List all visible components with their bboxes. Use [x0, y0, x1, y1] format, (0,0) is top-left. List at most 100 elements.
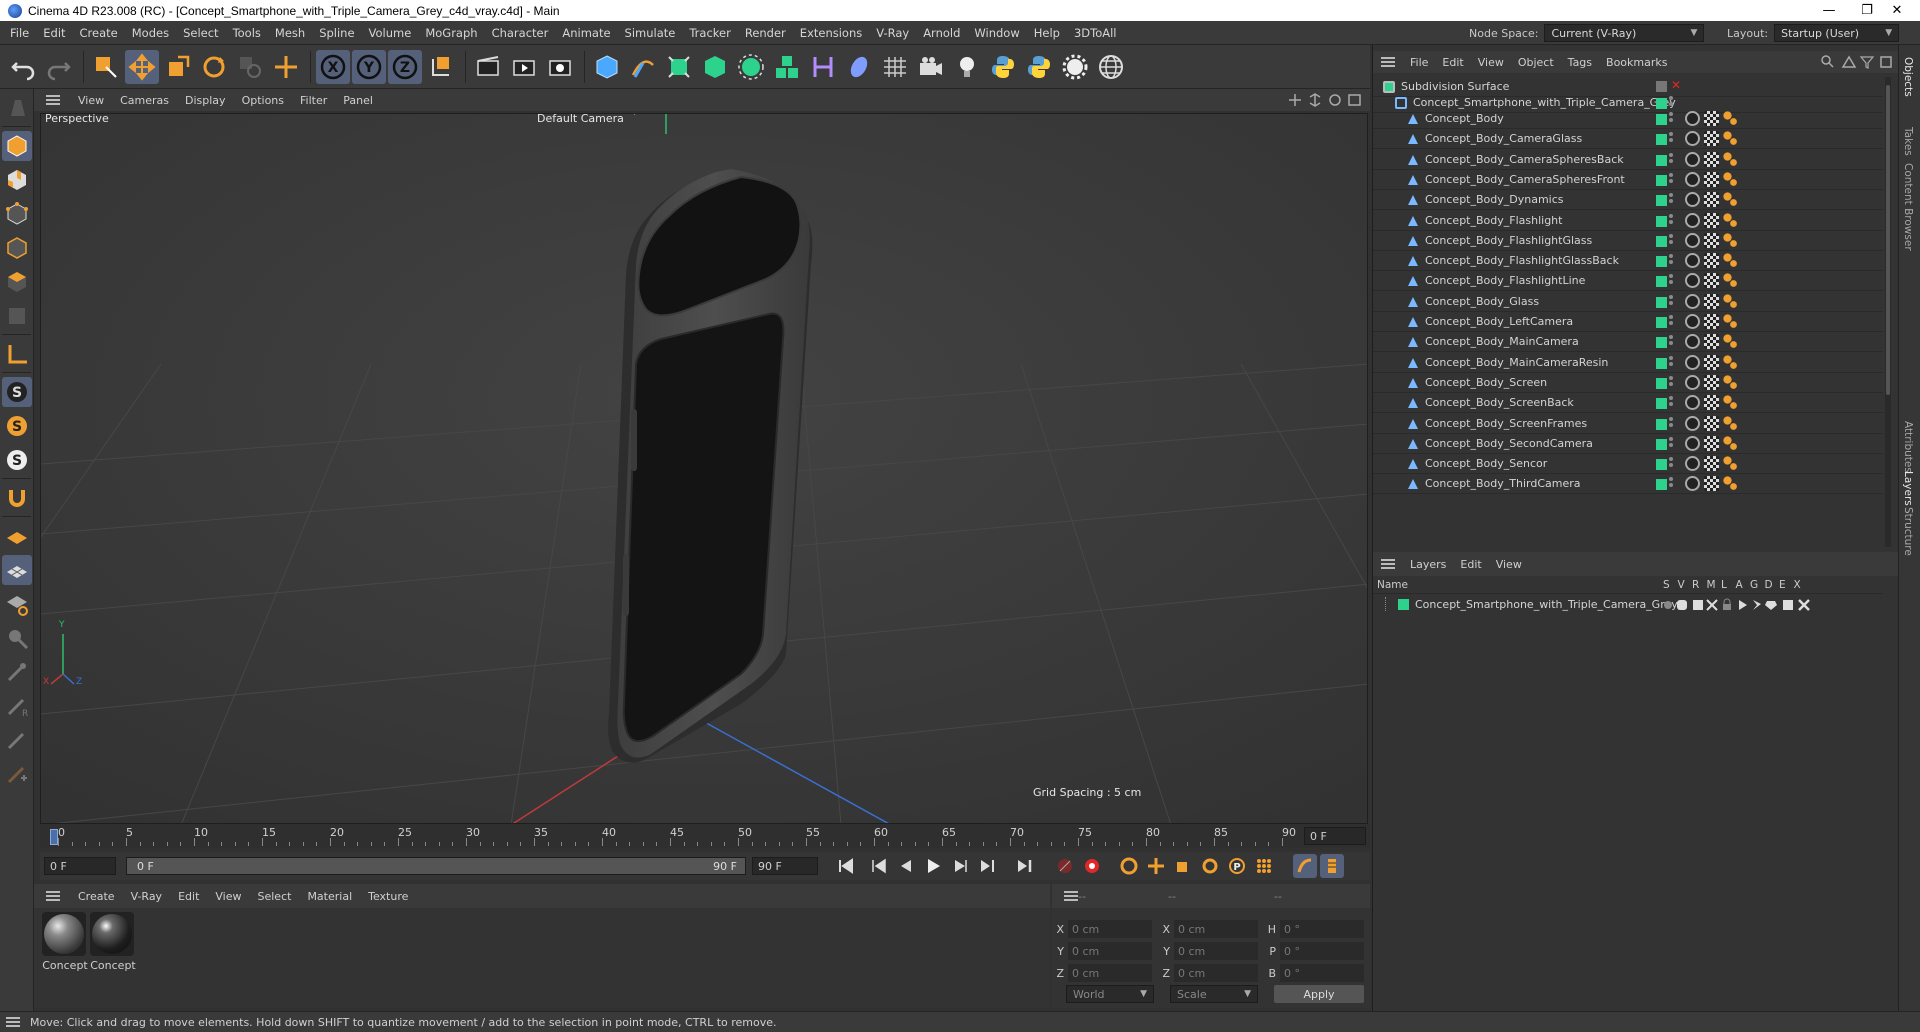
vray-tag-icon[interactable]: [1685, 435, 1700, 451]
vray-tag-icon[interactable]: [1685, 273, 1700, 289]
snap-button[interactable]: S: [2, 377, 32, 407]
workplane-button[interactable]: [2, 521, 32, 551]
texture-tag-icon[interactable]: [1704, 415, 1719, 431]
object-row[interactable]: Concept_Body_ScreenBack: [1373, 393, 1883, 413]
rotate-tool-button[interactable]: [197, 50, 231, 84]
coordinate-system-button[interactable]: [424, 50, 458, 84]
vray-tag-icon[interactable]: [1685, 334, 1700, 350]
preview-range-slider[interactable]: 0 F 90 F: [126, 857, 746, 875]
coordinates-hamburger-icon[interactable]: [1064, 889, 1078, 903]
visibility-dots-icon[interactable]: [1669, 436, 1673, 449]
object-name[interactable]: Concept_Body_FlashlightGlass: [1425, 234, 1592, 247]
texture-tag-icon[interactable]: [1704, 273, 1719, 289]
size-mode-dropdown[interactable]: Scale ▼: [1170, 985, 1258, 1003]
edit-checkbox-icon[interactable]: [1656, 81, 1667, 92]
texture-tag-icon[interactable]: [1704, 354, 1719, 370]
layer-hamburger-icon[interactable]: [1381, 557, 1395, 571]
texture-tag-icon[interactable]: [1704, 374, 1719, 390]
object-tags[interactable]: [1685, 293, 1742, 309]
om-menu-object[interactable]: Object: [1511, 56, 1561, 69]
object-name[interactable]: Concept_Body_ScreenFrames: [1425, 417, 1587, 430]
layer-color-icon[interactable]: [1656, 174, 1667, 186]
object-tags[interactable]: [1685, 111, 1742, 126]
edges-mode-button[interactable]: [2, 233, 32, 263]
menu-animate[interactable]: Animate: [555, 26, 617, 40]
vray-tag-icon[interactable]: [1685, 415, 1700, 431]
layer-col-name[interactable]: Name: [1377, 579, 1408, 591]
texture-tag-icon[interactable]: [1704, 232, 1719, 248]
visibility-dots-icon[interactable]: [1669, 396, 1673, 408]
object-tags[interactable]: [1685, 253, 1742, 269]
hair-tool-button[interactable]: [2, 759, 32, 789]
layer-col-d[interactable]: D: [1765, 579, 1773, 591]
menu-spline[interactable]: Spline: [312, 26, 361, 40]
phong-tag-icon[interactable]: [1723, 192, 1738, 208]
object-tags[interactable]: [1685, 212, 1742, 228]
subdivision-surface-button[interactable]: [662, 50, 696, 84]
layer-color-icon[interactable]: [1656, 479, 1667, 491]
texture-tag-icon[interactable]: [1704, 293, 1719, 309]
layer-color-icon[interactable]: [1656, 215, 1667, 227]
vray-tag-icon[interactable]: [1685, 232, 1700, 248]
visibility-dots-icon[interactable]: [1669, 152, 1673, 165]
position-x-field[interactable]: 0 cm: [1068, 920, 1152, 938]
layer-col-m[interactable]: M: [1707, 579, 1716, 591]
material-menu-select[interactable]: Select: [250, 890, 300, 903]
play-button[interactable]: [921, 854, 945, 878]
menu-file[interactable]: File: [0, 26, 36, 40]
menu-mesh[interactable]: Mesh: [268, 26, 312, 40]
status-hamburger-icon[interactable]: [6, 1015, 20, 1029]
layer-color-icon[interactable]: [1656, 98, 1667, 109]
material-menu-texture[interactable]: Texture: [360, 890, 416, 903]
side-tab-content-browser[interactable]: Content Browser: [1902, 163, 1914, 251]
menu-extensions[interactable]: Extensions: [793, 26, 869, 40]
phong-tag-icon[interactable]: [1723, 374, 1738, 390]
menu-tracker[interactable]: Tracker: [682, 26, 738, 40]
texture-tag-icon[interactable]: [1704, 192, 1719, 208]
object-tags[interactable]: [1685, 354, 1742, 370]
object-tags[interactable]: [1685, 435, 1742, 451]
phong-tag-icon[interactable]: [1723, 456, 1738, 472]
phong-tag-icon[interactable]: [1723, 293, 1738, 309]
vray-tag-icon[interactable]: [1685, 212, 1700, 228]
x-axis-lock-button[interactable]: X: [316, 49, 350, 84]
layer-color-icon[interactable]: [1656, 337, 1667, 349]
next-frame-button[interactable]: [948, 854, 972, 878]
timeline-window-button[interactable]: [1320, 854, 1344, 878]
object-name[interactable]: Concept_Body_ScreenBack: [1425, 396, 1574, 409]
layer-menu-edit[interactable]: Edit: [1453, 558, 1488, 571]
layout-dropdown[interactable]: Startup (User) ▼: [1774, 24, 1900, 42]
object-name[interactable]: Concept_Body_CameraGlass: [1425, 132, 1582, 145]
uv-mode-button[interactable]: [2, 301, 32, 331]
axis-mode-button[interactable]: [2, 339, 32, 369]
layer-color-icon[interactable]: [1656, 195, 1667, 207]
3d-viewport[interactable]: Perspective Default Camera ·° Grid Spaci…: [40, 113, 1368, 824]
visibility-dots-icon[interactable]: [1669, 112, 1673, 124]
om-menu-bookmarks[interactable]: Bookmarks: [1599, 56, 1674, 69]
texture-tag-icon[interactable]: [1704, 334, 1719, 350]
object-row[interactable]: Concept_Body: [1373, 109, 1883, 129]
vray-tag-icon[interactable]: [1685, 293, 1700, 309]
node-space-dropdown[interactable]: Current (V-Ray) ▼: [1544, 24, 1705, 42]
autokey-button[interactable]: [1080, 854, 1104, 878]
object-tags[interactable]: [1685, 232, 1742, 248]
object-name[interactable]: Concept_Body_MainCameraResin: [1425, 356, 1608, 369]
vray-tag-icon[interactable]: [1685, 131, 1700, 147]
timeline-ruler[interactable]: 0 5 10 15 20 25 30 35 40 45 50 55 60 65 70 75 80 85 90 0 F: [40, 824, 1370, 848]
extrude-button[interactable]: [698, 50, 732, 84]
object-row[interactable]: Concept_Body_Glass: [1373, 292, 1883, 312]
texture-tag-icon[interactable]: [1704, 253, 1719, 269]
previous-key-button[interactable]: [867, 854, 891, 878]
object-name[interactable]: Concept_Body_FlashlightLine: [1425, 274, 1585, 287]
transform-tool-button[interactable]: [269, 50, 303, 84]
cube-object-button[interactable]: [590, 50, 624, 84]
object-tags[interactable]: [1685, 314, 1742, 329]
settings-button[interactable]: [1058, 50, 1092, 84]
python-script-button[interactable]: [1022, 50, 1056, 84]
material-menu-edit[interactable]: Edit: [170, 890, 207, 903]
viewport-camera-label[interactable]: Default Camera: [537, 114, 624, 125]
object-row[interactable]: Concept_Body_LeftCamera: [1373, 312, 1883, 332]
side-tab-takes[interactable]: Takes: [1902, 127, 1914, 156]
object-name[interactable]: Concept_Smartphone_with_Triple_Camera_Gr…: [1413, 96, 1676, 109]
object-name[interactable]: Concept_Body_Flashlight: [1425, 214, 1562, 227]
